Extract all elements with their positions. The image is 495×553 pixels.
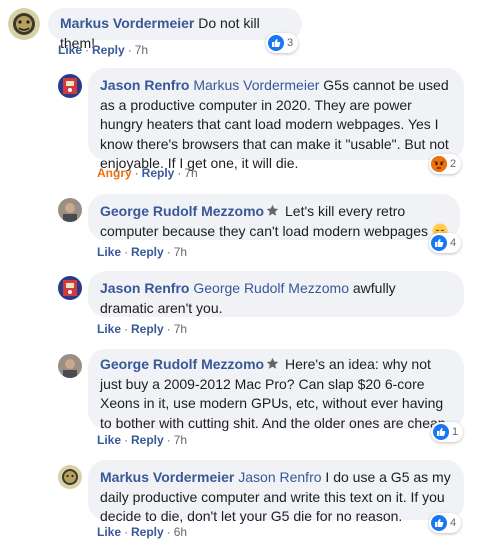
like-button[interactable]: Like (97, 322, 121, 336)
comment-actions: Like · Reply · 7h (97, 322, 188, 336)
avatar[interactable] (8, 8, 40, 40)
reaction-count[interactable]: 3 (266, 33, 299, 53)
avatar[interactable] (58, 465, 82, 489)
reaction-count[interactable]: 1 (431, 422, 464, 442)
comment-bubble: Markus Vordermeier Jason Renfro I do use… (88, 460, 464, 524)
comment-author[interactable]: Markus Vordermeier (100, 469, 234, 485)
comment-time[interactable]: 7h (184, 166, 197, 180)
reaction-count[interactable]: 4 (429, 233, 462, 253)
comment-bubble: George Rudolf Mezzomo Let's kill every r… (88, 194, 460, 240)
comment-bubble: Jason Renfro Markus Vordermeier G5s cann… (88, 68, 464, 171)
angry-face-icon (431, 156, 447, 172)
comment-author[interactable]: Markus Vordermeier (60, 15, 194, 31)
avatar[interactable] (58, 198, 82, 222)
top-fan-star-icon (266, 204, 279, 216)
comment-time[interactable]: 7h (135, 43, 148, 57)
comment-author[interactable]: George Rudolf Mezzomo (100, 356, 264, 372)
comment-time[interactable]: 7h (174, 245, 187, 259)
avatar[interactable] (58, 74, 82, 98)
thumbs-up-icon (268, 35, 284, 51)
mention-link[interactable]: Markus Vordermeier (193, 77, 319, 93)
comment-bubble: George Rudolf Mezzomo Here's an idea: wh… (88, 349, 464, 431)
reply-button[interactable]: Reply (131, 525, 164, 539)
angry-reaction-button[interactable]: Angry (97, 166, 132, 180)
thumbs-up-icon (431, 515, 447, 531)
reaction-count[interactable]: 4 (429, 513, 462, 533)
comment-actions: Angry · Reply · 7h (97, 166, 198, 180)
comment-actions: Like · Reply · 6h (97, 525, 188, 539)
like-button[interactable]: Like (97, 245, 121, 259)
comment-bubble: Markus Vordermeier Do not kill them! (48, 8, 302, 51)
thumbs-up-icon (431, 235, 447, 251)
comment-actions: Like · Reply · 7h (97, 245, 188, 259)
comment-time[interactable]: 7h (174, 322, 187, 336)
comment-author[interactable]: Jason Renfro (100, 77, 189, 93)
comment-time[interactable]: 7h (174, 433, 187, 447)
comment-author[interactable]: Jason Renfro (100, 280, 189, 296)
like-button[interactable]: Like (58, 43, 82, 57)
comment-actions: Like · Reply · 7h (58, 43, 149, 57)
reply-button[interactable]: Reply (131, 245, 164, 259)
comment-author[interactable]: George Rudolf Mezzomo (100, 203, 264, 219)
reply-button[interactable]: Reply (131, 322, 164, 336)
mention-link[interactable]: Jason Renfro (238, 469, 321, 485)
avatar[interactable] (58, 354, 82, 378)
thumbs-up-icon (433, 424, 449, 440)
reply-button[interactable]: Reply (131, 433, 164, 447)
reply-button[interactable]: Reply (142, 166, 175, 180)
comment-actions: Like · Reply · 7h (97, 433, 188, 447)
comment-time[interactable]: 6h (174, 525, 187, 539)
like-button[interactable]: Like (97, 433, 121, 447)
top-fan-star-icon (266, 357, 279, 369)
like-button[interactable]: Like (97, 525, 121, 539)
comment-bubble: Jason Renfro George Rudolf Mezzomo awful… (88, 271, 464, 317)
mention-link[interactable]: George Rudolf Mezzomo (193, 280, 349, 296)
avatar[interactable] (58, 276, 82, 300)
reply-button[interactable]: Reply (92, 43, 125, 57)
reaction-count[interactable]: 2 (429, 154, 462, 174)
